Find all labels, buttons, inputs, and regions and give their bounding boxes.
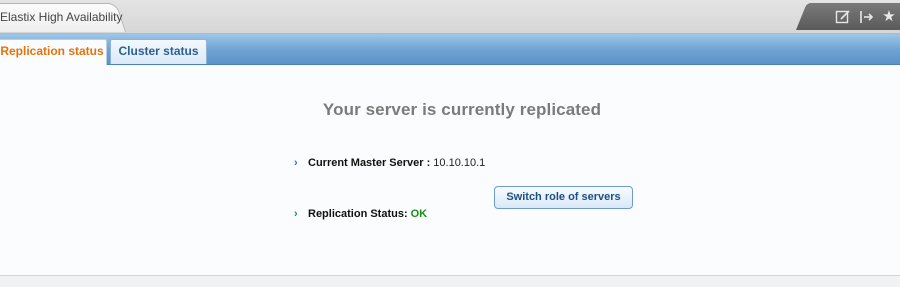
switch-role-button[interactable]: Switch role of servers <box>494 186 633 209</box>
tab-cluster-status[interactable]: Cluster status <box>110 39 207 64</box>
edit-icon[interactable] <box>834 8 852 26</box>
exit-icon[interactable] <box>858 8 876 26</box>
master-server-label: Current Master Server : <box>308 157 431 169</box>
app-tab-bar: Replication status Cluster status <box>0 34 900 65</box>
browser-window: Elastix High Availability ★ Replication … <box>0 0 900 287</box>
browser-toolbar: ★ <box>808 3 900 30</box>
browser-tab-strip: Elastix High Availability ★ <box>0 0 900 34</box>
page-title: Your server is currently replicated <box>322 100 602 119</box>
chevron-right-icon: › <box>294 157 298 169</box>
master-server-value: 10.10.10.1 <box>433 157 486 169</box>
replication-status-row: › Replication Status: OK <box>294 208 427 220</box>
status-badge: OK <box>410 208 428 220</box>
master-server-row: › Current Master Server :10.10.10.1 <box>294 157 485 169</box>
replication-status-label: Replication Status: <box>308 208 408 220</box>
star-icon[interactable]: ★ <box>880 8 898 26</box>
chevron-right-icon: › <box>294 208 298 220</box>
browser-tab-title[interactable]: Elastix High Availability <box>0 10 123 24</box>
main-content: Your server is currently replicated <box>0 65 900 275</box>
tab-replication-status[interactable]: Replication status <box>0 39 107 65</box>
footer-area <box>0 276 900 287</box>
app-frame: Replication status Cluster status Your s… <box>0 34 900 275</box>
